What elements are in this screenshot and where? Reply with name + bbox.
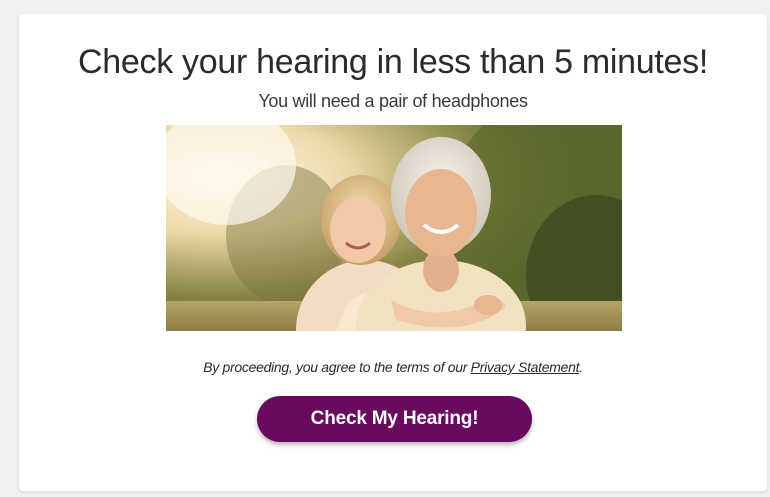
privacy-consent-text: By proceeding, you agree to the terms of…: [19, 359, 767, 375]
page-title: Check your hearing in less than 5 minute…: [78, 43, 708, 81]
privacy-statement-link[interactable]: Privacy Statement: [471, 359, 580, 375]
hearing-test-card: Check your hearing in less than 5 minute…: [19, 14, 767, 491]
grandmother-and-child-photo: [166, 125, 622, 331]
consent-suffix: .: [579, 359, 583, 375]
page-subtitle: You will need a pair of headphones: [258, 91, 528, 111]
check-my-hearing-button[interactable]: Check My Hearing!: [257, 396, 532, 442]
consent-prefix: By proceeding, you agree to the terms of…: [203, 359, 471, 375]
photo-illustration: [166, 125, 622, 331]
